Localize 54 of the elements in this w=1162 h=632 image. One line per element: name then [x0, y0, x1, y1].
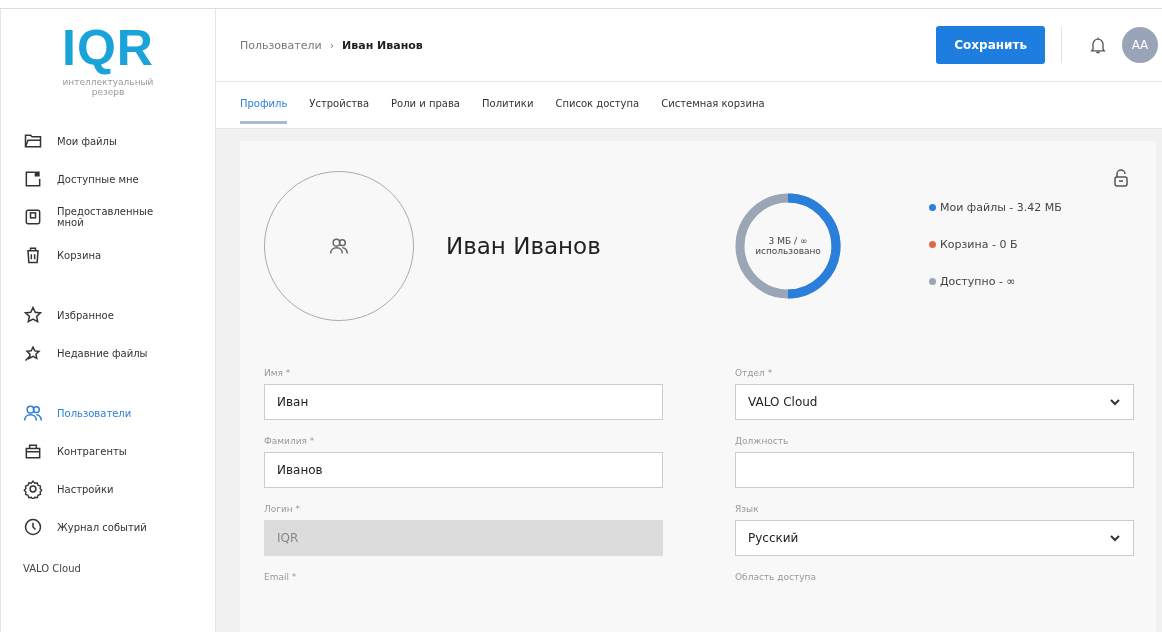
input-field[interactable] [735, 451, 1134, 488]
shared-out-icon [23, 207, 43, 227]
tab[interactable]: Системная корзина [661, 86, 765, 124]
field-label: Должность [735, 435, 790, 446]
input-field[interactable]: Иванов [264, 451, 663, 488]
sidebar-item[interactable]: Корзина [23, 239, 215, 271]
sidebar-item[interactable]: Предоставленные мной [23, 201, 215, 233]
breadcrumb-link[interactable]: Пользователи [240, 38, 322, 52]
user-name: Иван Иванов [446, 233, 601, 259]
workspace-label: VALO Cloud [23, 563, 82, 574]
sidebar-item[interactable]: Избранное [23, 299, 215, 331]
storage-usage-text: 3 МБ / ∞ [768, 236, 808, 246]
users-icon [329, 236, 349, 256]
gear-icon [23, 479, 43, 499]
tab[interactable]: Список доступа [555, 86, 640, 124]
logo: IQR [62, 23, 154, 73]
unlocked-padlock-icon[interactable] [1112, 169, 1130, 187]
field-label: Отдел * [735, 367, 774, 378]
sidebar-item[interactable]: Недавние файлы [23, 337, 215, 369]
tab[interactable]: Роли и права [391, 86, 460, 124]
folder-icon [23, 131, 43, 151]
legend-label: Корзина - 0 Б [940, 238, 1018, 251]
save-button[interactable]: Сохранить [936, 26, 1045, 64]
legend-label: Мои файлы - 3.42 МБ [940, 201, 1062, 214]
input-field[interactable]: Иван [264, 383, 663, 420]
sidebar-item[interactable]: Мои файлы [23, 125, 215, 157]
bell-icon[interactable] [1088, 35, 1108, 55]
briefcase-icon [23, 441, 43, 461]
field-label: Область доступа [735, 571, 817, 582]
field-label: Логин * [264, 503, 302, 514]
storage-usage-text: использовано [755, 246, 821, 256]
tab[interactable]: Устройства [309, 86, 370, 124]
legend-label: Доступно - ∞ [940, 275, 1016, 288]
field-label: Фамилия * [264, 435, 316, 446]
clock-icon [23, 517, 43, 537]
field-label: Язык [735, 503, 760, 514]
star-recent-icon [23, 343, 43, 363]
select-field[interactable]: VALO Cloud [735, 383, 1134, 420]
shared-in-icon [23, 169, 43, 189]
logo-subtitle: интеллектуальный резерв [61, 77, 155, 97]
sidebar-item[interactable]: Журнал событий [23, 511, 215, 543]
breadcrumb-current[interactable]: Иван Иванов [342, 38, 423, 52]
tab[interactable]: Политики [482, 86, 534, 124]
sidebar-item[interactable]: Пользователи [23, 397, 215, 429]
sidebar-item[interactable]: Доступные мне [23, 163, 215, 195]
select-field[interactable]: Русский [735, 519, 1134, 556]
star-icon [23, 305, 43, 325]
sidebar-item[interactable]: Настройки [23, 473, 215, 505]
field-label: Имя * [264, 367, 292, 378]
sidebar-item[interactable]: Контрагенты [23, 435, 215, 467]
users-icon [23, 403, 43, 423]
breadcrumb-separator: › [329, 38, 335, 52]
tab[interactable]: Профиль [240, 86, 288, 124]
field-label: Email * [264, 571, 298, 582]
